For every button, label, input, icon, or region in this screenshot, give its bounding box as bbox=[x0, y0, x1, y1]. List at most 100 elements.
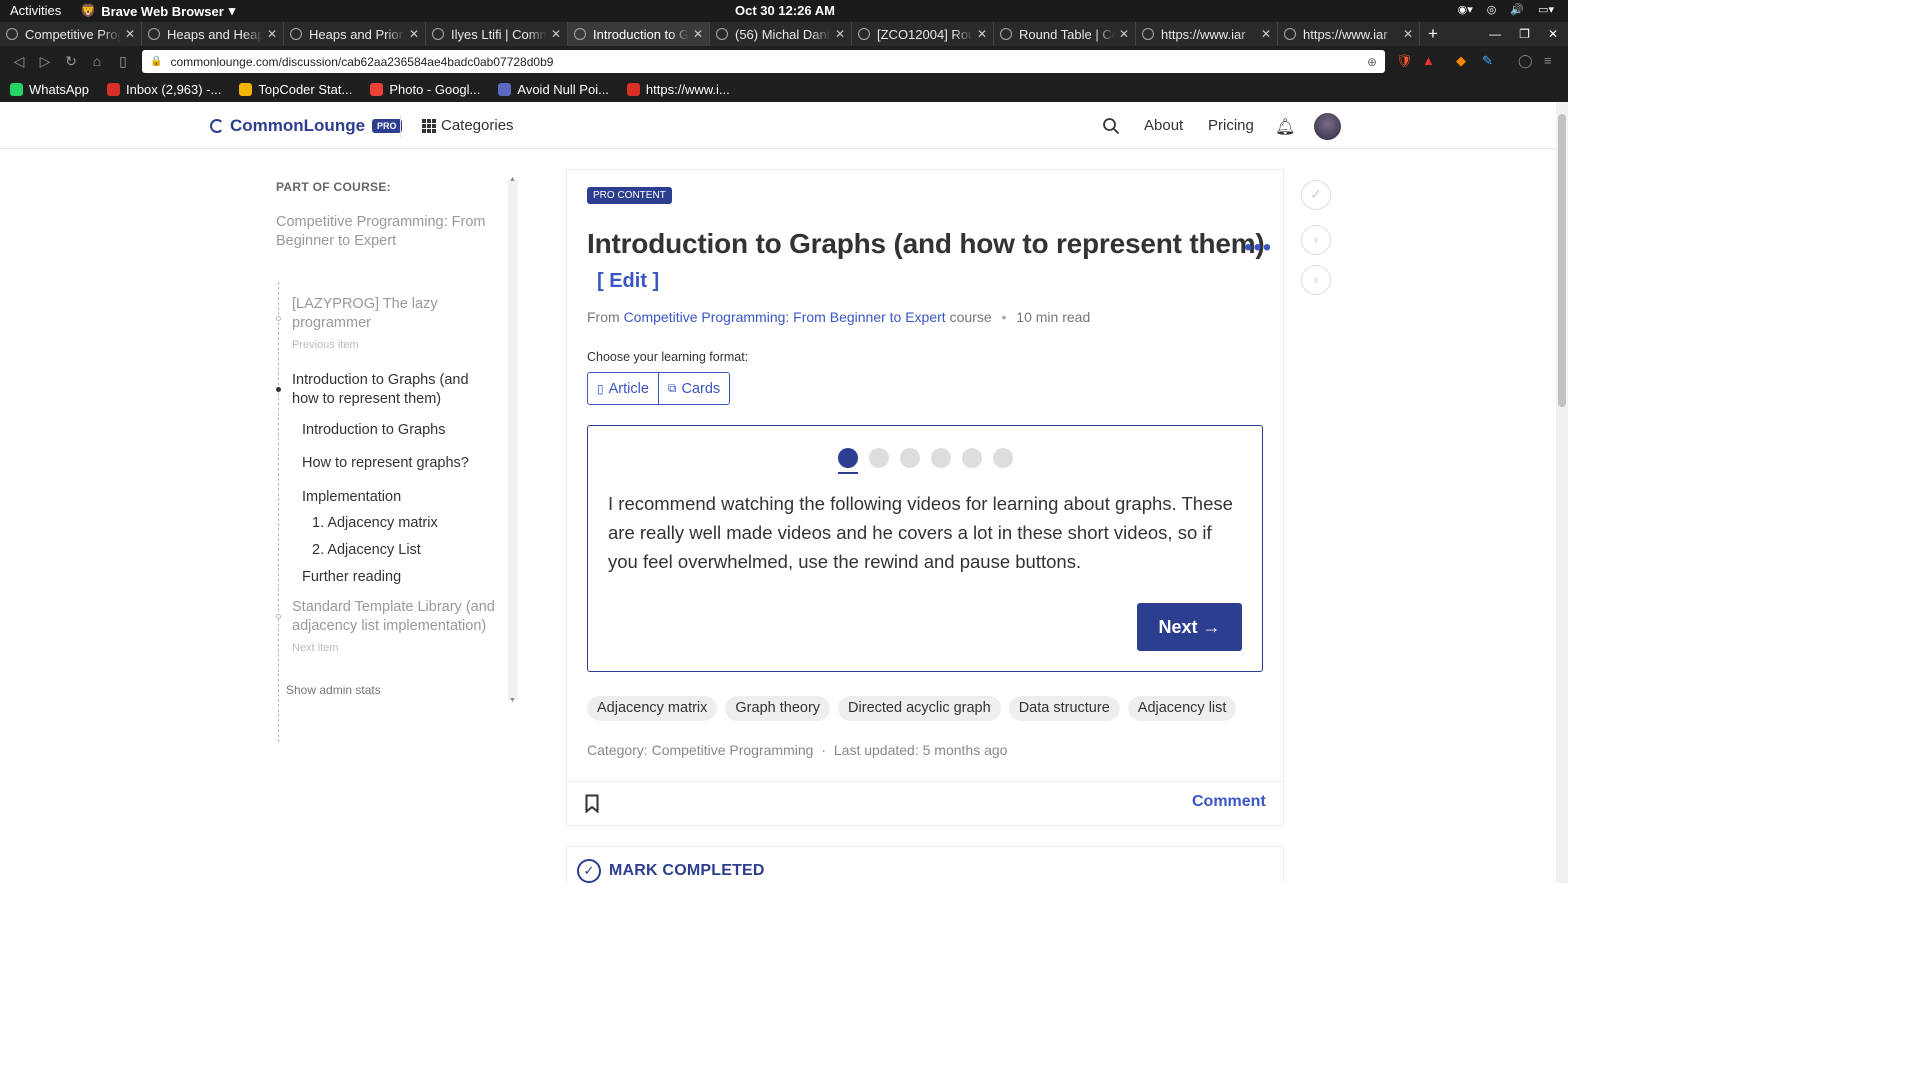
format-cards-button[interactable]: ⧉ Cards bbox=[657, 373, 729, 404]
browser-tab[interactable]: [ZCO12004] Roun ✕ bbox=[852, 22, 994, 46]
bookmark-item[interactable]: https://www.i... bbox=[626, 82, 730, 97]
browser-tab[interactable]: Heaps and Heap ✕ bbox=[142, 22, 284, 46]
browser-tab[interactable]: Heaps and Priorit ✕ bbox=[284, 22, 426, 46]
sidebar-section[interactable]: How to represent graphs? bbox=[302, 454, 469, 473]
extension-icon[interactable]: ◆ bbox=[1456, 53, 1466, 69]
pen-extension-icon[interactable]: ✎ bbox=[1482, 53, 1493, 69]
close-window-icon[interactable]: ✕ bbox=[1548, 22, 1558, 46]
format-article-button[interactable]: ▯ Article bbox=[588, 373, 658, 404]
tag-chip[interactable]: Directed acyclic graph bbox=[838, 696, 1001, 721]
show-admin-stats-link[interactable]: Show admin stats bbox=[286, 683, 381, 697]
bookmarks-bar: WhatsApp Inbox (2,963) -... TopCoder Stat.… bbox=[0, 76, 1568, 102]
new-tab-button[interactable]: + bbox=[1420, 22, 1446, 46]
next-chevron-icon[interactable]: › bbox=[1301, 225, 1331, 255]
notifications-bell-icon[interactable]: 🔔︎ bbox=[1275, 117, 1295, 137]
search-icon[interactable] bbox=[1102, 117, 1120, 135]
complete-check-icon[interactable]: ✓ bbox=[1301, 180, 1331, 210]
tag-chip[interactable]: Adjacency list bbox=[1127, 696, 1237, 721]
bookmark-item[interactable]: Avoid Null Poi... bbox=[498, 82, 609, 97]
bookmark-item[interactable]: Inbox (2,963) -... bbox=[106, 82, 221, 97]
categories-button[interactable]: Categories bbox=[422, 117, 514, 134]
bookmark-item[interactable]: TopCoder Stat... bbox=[239, 82, 352, 97]
browser-tab[interactable]: (56) Michal Danila ✕ bbox=[710, 22, 852, 46]
card-progress-dots bbox=[838, 448, 1013, 474]
bookmark-item[interactable]: Photo - Googl... bbox=[370, 82, 480, 97]
site-logo[interactable]: CommonLounge PRO bbox=[210, 116, 402, 136]
sidebar-section[interactable]: 2. Adjacency List bbox=[312, 541, 421, 560]
card-progress-dot[interactable] bbox=[838, 448, 858, 474]
bookmark-icon[interactable] bbox=[585, 794, 599, 813]
browser-tab[interactable]: Round Table | Co ✕ bbox=[994, 22, 1136, 46]
tab-close-icon[interactable]: ✕ bbox=[409, 27, 419, 41]
page-scrollbar[interactable] bbox=[1556, 102, 1568, 883]
minimize-icon[interactable]: — bbox=[1489, 22, 1501, 46]
scrollbar-thumb[interactable] bbox=[1558, 114, 1566, 407]
tag-chip[interactable]: Graph theory bbox=[725, 696, 831, 721]
tab-close-icon[interactable]: ✕ bbox=[125, 27, 135, 41]
about-link[interactable]: About bbox=[1144, 117, 1183, 134]
card-progress-dot[interactable] bbox=[900, 448, 920, 468]
sidebar-scrollbar[interactable] bbox=[508, 176, 518, 704]
activities-button[interactable]: Activities bbox=[10, 3, 61, 18]
bookmark-label: Photo - Googl... bbox=[389, 81, 481, 97]
tag-chip[interactable]: Data structure bbox=[1008, 696, 1120, 721]
brave-rewards-icon[interactable]: ▲ bbox=[1422, 53, 1435, 68]
browser-tab[interactable]: Competitive Prog ✕ bbox=[0, 22, 142, 46]
browser-tab[interactable]: Introduction to G ✕ bbox=[568, 22, 710, 46]
edit-link[interactable]: [ Edit ] bbox=[597, 270, 659, 293]
brave-shields-icon[interactable]: 🛡 bbox=[1396, 53, 1413, 69]
browser-tab[interactable]: https://www.iar ✕ bbox=[1136, 22, 1278, 46]
next-button[interactable]: Next → bbox=[1137, 603, 1242, 651]
reload-icon[interactable]: ↻ bbox=[64, 53, 78, 70]
tab-close-icon[interactable]: ✕ bbox=[835, 27, 845, 41]
prev-item-label: [LAZYPROG] The lazy programmer bbox=[292, 296, 438, 331]
card-progress-dot[interactable] bbox=[993, 448, 1013, 468]
tab-close-icon[interactable]: ✕ bbox=[693, 27, 703, 41]
tab-close-icon[interactable]: ✕ bbox=[1119, 27, 1129, 41]
restore-icon[interactable]: ❐ bbox=[1519, 22, 1530, 46]
category-text[interactable]: Category: Competitive Programming bbox=[587, 742, 813, 758]
pricing-link[interactable]: Pricing bbox=[1208, 117, 1254, 134]
bookmark-page-icon[interactable]: ▯ bbox=[116, 53, 130, 70]
forward-icon[interactable]: ▷ bbox=[38, 53, 52, 70]
zoom-icon[interactable]: ⊕ bbox=[1367, 55, 1377, 69]
read-time: 10 min read bbox=[1016, 309, 1091, 325]
sidebar-course-link[interactable]: Competitive Programming: From Beginner t… bbox=[276, 213, 496, 251]
sidebar-current-item[interactable]: Introduction to Graphs (and how to repre… bbox=[276, 371, 497, 409]
browser-tab[interactable]: https://www.iar ✕ bbox=[1278, 22, 1420, 46]
card-progress-dot[interactable] bbox=[931, 448, 951, 468]
bookmark-item[interactable]: WhatsApp bbox=[10, 82, 89, 97]
tab-close-icon[interactable]: ✕ bbox=[977, 27, 987, 41]
tab-favicon-icon bbox=[148, 28, 160, 40]
tag-chip[interactable]: Adjacency matrix bbox=[587, 696, 718, 721]
home-icon[interactable]: ⌂ bbox=[90, 53, 104, 69]
mark-completed-button[interactable]: ✓ MARK COMPLETED bbox=[566, 846, 1284, 883]
sidebar-section[interactable]: 1. Adjacency matrix bbox=[312, 514, 438, 533]
browser-tab[interactable]: Ilyes Ltifi | Comm ✕ bbox=[426, 22, 568, 46]
course-link[interactable]: Competitive Programming: From Beginner t… bbox=[624, 309, 946, 325]
avatar[interactable] bbox=[1314, 113, 1341, 140]
card-progress-dot[interactable] bbox=[869, 448, 889, 468]
tab-close-icon[interactable]: ✕ bbox=[551, 27, 561, 41]
more-options-icon[interactable]: ••• bbox=[1244, 234, 1272, 262]
card-progress-dot[interactable] bbox=[962, 448, 982, 468]
sidebar-section[interactable]: Further reading bbox=[302, 568, 401, 587]
address-bar[interactable]: 🔒 commonlounge.com/discussion/cab62aa236… bbox=[142, 50, 1385, 73]
sidebar-section[interactable]: Introduction to Graphs bbox=[302, 421, 445, 440]
prev-chevron-icon[interactable]: ‹ bbox=[1301, 265, 1331, 295]
back-icon[interactable]: ◁ bbox=[12, 53, 26, 70]
sidebar-prev-item[interactable]: [LAZYPROG] The lazy programmer Previous … bbox=[276, 295, 492, 355]
menu-icon[interactable]: ≡ bbox=[1544, 53, 1552, 68]
tab-close-icon[interactable]: ✕ bbox=[1261, 27, 1271, 41]
tab-title: [ZCO12004] Roun bbox=[877, 26, 973, 42]
visibility-icon: ◎ bbox=[1486, 4, 1497, 16]
sidebar-section[interactable]: Implementation bbox=[302, 488, 401, 507]
profile-icon[interactable]: ◯ bbox=[1518, 53, 1533, 69]
system-clock[interactable]: Oct 30 12:26 AM bbox=[735, 3, 835, 18]
tab-close-icon[interactable]: ✕ bbox=[267, 27, 277, 41]
tab-close-icon[interactable]: ✕ bbox=[1403, 27, 1413, 41]
system-tray[interactable]: ◉▾ ◎ 🔊 ▭▾ bbox=[1458, 3, 1554, 16]
sidebar-next-item[interactable]: Standard Template Library (and adjacency… bbox=[276, 598, 497, 658]
app-menu[interactable]: 🦁 Brave Web Browser ▾ bbox=[80, 3, 235, 19]
comment-button[interactable]: Comment bbox=[1192, 793, 1266, 811]
